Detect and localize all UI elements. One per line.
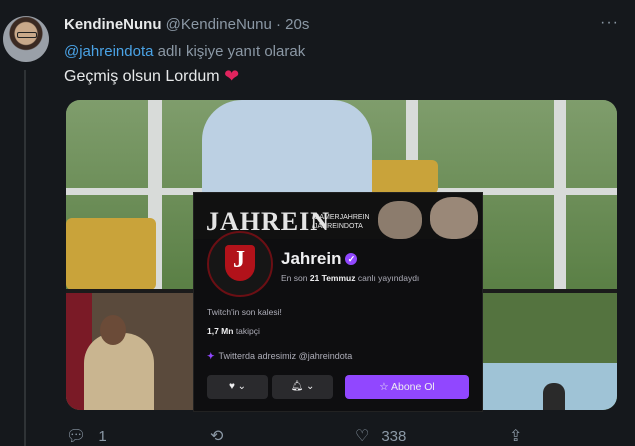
display-name[interactable]: KendineNunu (64, 16, 162, 33)
man-at-pool (543, 383, 565, 410)
banner-face (378, 201, 422, 239)
more-options-icon[interactable]: ··· (600, 14, 619, 32)
twitter-bird-icon: ✦ (207, 351, 215, 361)
twitter-link[interactable]: ✦ Twitterda adresimiz @jahreindota (207, 351, 352, 362)
heart-emoji-icon: ❤ (224, 66, 240, 86)
retweet-icon: ⟲ (210, 428, 224, 445)
woman-figure (84, 333, 154, 410)
followers-number: 1,7 Mn (207, 326, 234, 336)
channel-name-text[interactable]: Jahrein (281, 249, 341, 268)
meme-panel-woman (66, 293, 195, 410)
like-count: 338 (381, 428, 407, 445)
banner-face (430, 197, 478, 239)
avatar-glasses (17, 32, 37, 38)
logo-letter: J (233, 247, 245, 273)
man-in-shirt (202, 100, 372, 195)
followers-count: 1,7 Mn takipçi (207, 326, 260, 336)
reply-context-text: adlı kişiye yanıt olarak (153, 43, 306, 60)
notification-bell-button[interactable]: 🔔︎ ⌄ (272, 375, 333, 399)
banner-social-2: /JAHREINDOTA (312, 223, 363, 230)
thread-line (24, 70, 26, 446)
channel-logo[interactable]: J (207, 231, 273, 297)
woman-head (100, 315, 126, 345)
tweet-text: Geçmiş olsun Lordum ❤ (64, 66, 239, 87)
swing-cushion (66, 218, 156, 290)
verified-badge-icon: ✓ (345, 253, 358, 265)
avatar[interactable] (3, 16, 49, 62)
reply-mention-link[interactable]: @jahreindota (64, 43, 153, 60)
retweet-action[interactable]: ⟲ (210, 426, 235, 446)
live-date: 21 Temmuz (309, 273, 356, 283)
tweet-body: Geçmiş olsun Lordum (64, 68, 220, 85)
reply-icon: 💬︎ (66, 428, 87, 445)
banner-social-links: /GAMERJAHREIN /JAHREINDOTA (312, 213, 370, 231)
reply-context: @jahreindota adlı kişiye yanıt olarak (64, 43, 305, 60)
swing-frame (554, 100, 566, 290)
user-handle[interactable]: @KendineNunu (166, 16, 272, 33)
tweet-header: KendineNunu @KendineNunu · 20s (64, 16, 309, 33)
reply-count: 1 (98, 428, 107, 445)
banner-social-1: /GAMERJAHREIN (312, 214, 370, 221)
followers-label: takipçi (233, 326, 260, 336)
channel-name: Jahrein ✓ (281, 249, 358, 269)
share-action[interactable]: ⇪ (509, 426, 534, 446)
like-action[interactable]: ♡ 338 (355, 426, 406, 446)
reply-action[interactable]: 💬︎ 1 (66, 426, 107, 446)
live-suffix: canlı yayındaydı (355, 273, 420, 283)
follow-heart-button[interactable]: ♥ ⌄ (207, 375, 268, 399)
swing-cushion (366, 160, 438, 194)
live-prefix: En son (281, 273, 310, 283)
last-live-info: En son 21 Temmuz canlı yayındaydı (281, 273, 419, 283)
separator-dot: · (275, 16, 281, 33)
twitter-link-text: Twitterda adresimiz @jahreindota (218, 351, 353, 361)
twitch-profile-card: JAHREIN /GAMERJAHREIN /JAHREINDOTA J Jah… (193, 192, 483, 412)
meme-panel-pool (481, 293, 617, 410)
channel-bio: Twitch'in son kalesi! (207, 307, 282, 317)
tweet-time[interactable]: 20s (285, 16, 309, 33)
like-icon: ♡ (355, 428, 370, 445)
subscribe-button[interactable]: ☆ Abone Ol (345, 375, 469, 399)
share-icon: ⇪ (509, 428, 523, 445)
